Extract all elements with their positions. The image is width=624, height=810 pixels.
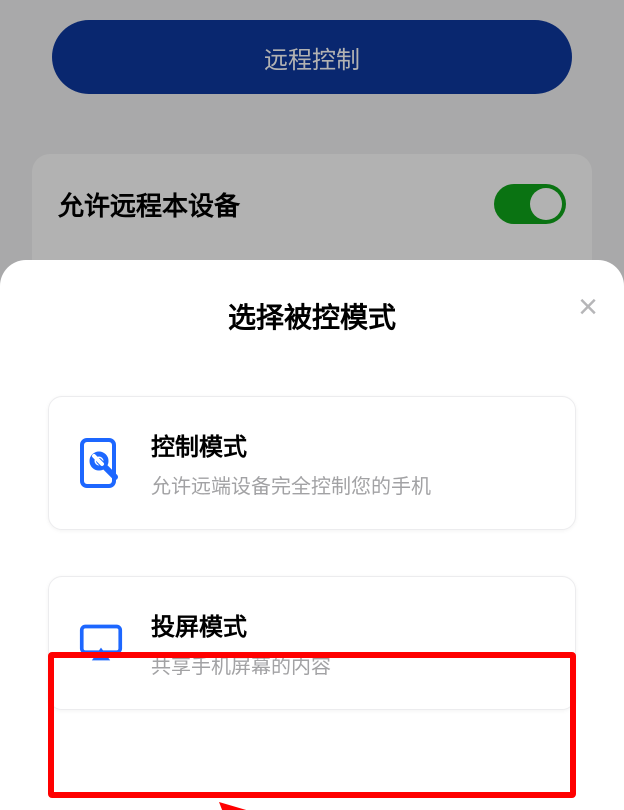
close-icon[interactable]: × [578,290,598,324]
option-cast-mode[interactable]: 投屏模式 共享手机屏幕的内容 [48,576,576,710]
airplay-icon [79,617,123,669]
option-control-mode[interactable]: 控制模式 允许远端设备完全控制您的手机 [48,396,576,530]
option-control-desc: 允许远端设备完全控制您的手机 [151,470,431,499]
option-control-text: 控制模式 允许远端设备完全控制您的手机 [151,427,431,499]
annotation-arrow [215,798,475,810]
option-cast-desc: 共享手机屏幕的内容 [151,650,331,679]
mode-sheet: 选择被控模式 × 控制模式 允许远端设备完全控制您的手机 投屏模式 共享手机屏幕… [0,260,624,810]
option-cast-title: 投屏模式 [151,607,331,642]
option-cast-text: 投屏模式 共享手机屏幕的内容 [151,607,331,679]
phone-wrench-icon [79,437,123,489]
sheet-header: 选择被控模式 × [0,290,624,366]
sheet-title: 选择被控模式 [0,296,624,336]
option-control-title: 控制模式 [151,427,431,462]
